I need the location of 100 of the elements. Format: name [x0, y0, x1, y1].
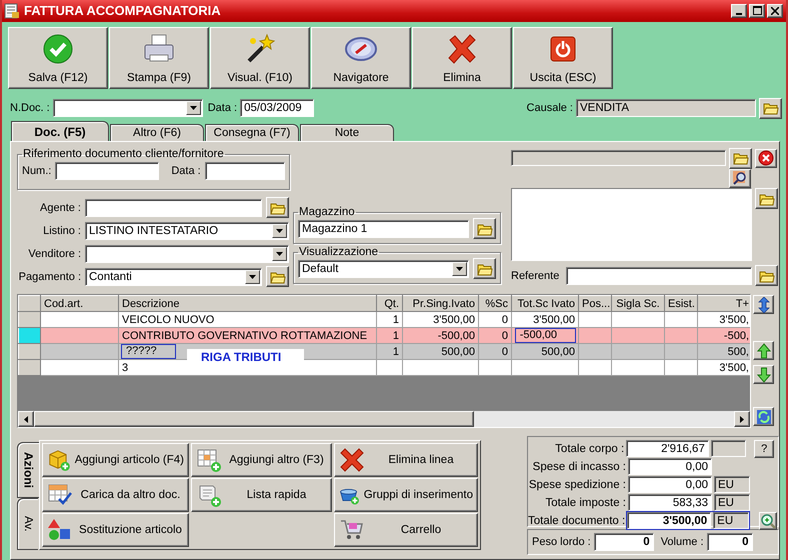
caret-icon	[190, 106, 197, 110]
toolbar-button[interactable]: Uscita (ESC)	[513, 26, 613, 89]
folder-icon	[758, 192, 774, 206]
action-button[interactable]: Carrello	[334, 513, 478, 548]
row-indicator[interactable]	[18, 328, 40, 344]
caret-icon	[276, 228, 283, 233]
left-arrow-icon	[24, 416, 28, 423]
toolbar-button[interactable]: Navigatore	[311, 26, 411, 89]
text-field[interactable]: Magazzino 1	[298, 220, 469, 238]
action-button[interactable]: Gruppi di inserimento	[334, 478, 478, 512]
column-header[interactable]: Qt.	[376, 296, 402, 312]
amount-field[interactable]: 0,00	[628, 458, 712, 476]
folder-icon	[476, 262, 492, 276]
checkmark-icon	[42, 32, 74, 65]
column-header[interactable]: Tot.Sc Ivato	[512, 296, 578, 312]
field-label: Totale corpo :	[554, 442, 624, 455]
tab[interactable]: Consegna (F7)	[205, 124, 299, 142]
help-button[interactable]: ?	[754, 440, 774, 458]
tab[interactable]: Av.	[17, 498, 38, 550]
column-header[interactable]: T+	[698, 296, 750, 312]
refresh-button[interactable]	[753, 407, 774, 426]
row-indicator[interactable]	[18, 344, 40, 360]
folder-button[interactable]	[755, 188, 778, 210]
clear-button[interactable]	[755, 148, 777, 168]
header-corner	[18, 296, 40, 312]
date-field[interactable]	[204, 162, 285, 180]
table-cell: CONTRIBUTO GOVERNATIVO ROTTAMAZIONE	[118, 328, 376, 344]
grid-add-icon	[196, 447, 222, 474]
action-button[interactable]: Carica da altro doc.	[42, 478, 189, 512]
caret-icon	[249, 274, 256, 279]
dropdown-field[interactable]: LISTINO INTESTATARIO	[85, 222, 289, 240]
folder-button[interactable]	[473, 258, 496, 280]
sort-button[interactable]	[753, 295, 774, 314]
date-field[interactable]: 05/03/2009	[240, 99, 314, 118]
delete-icon	[446, 32, 478, 65]
row-indicator[interactable]	[18, 360, 40, 376]
field-label: Totale documento :	[528, 514, 626, 527]
amount-field[interactable]: 583,33	[628, 494, 712, 512]
text-field[interactable]	[566, 266, 752, 285]
currency-field: EU	[713, 512, 750, 530]
tab[interactable]: Note	[300, 124, 394, 142]
move-down-button[interactable]	[753, 365, 774, 384]
power-icon	[549, 34, 577, 63]
column-header[interactable]: Cod.art.	[40, 296, 118, 312]
text-field[interactable]	[85, 198, 262, 217]
volume-field[interactable]: 0	[706, 533, 753, 552]
folder-button[interactable]	[755, 265, 778, 286]
dropdown-field[interactable]	[85, 244, 289, 263]
search-button[interactable]	[729, 168, 751, 188]
table-cell: 500,	[698, 344, 750, 360]
dropdown-field[interactable]: Default	[298, 260, 469, 278]
field-label: Data :	[171, 165, 201, 178]
reason-field[interactable]: VENDITA	[576, 99, 756, 118]
column-header[interactable]: Esist.	[664, 296, 698, 312]
amount-field[interactable]: 0,00	[628, 476, 712, 494]
column-header[interactable]: Pos...	[578, 296, 612, 312]
scroll-thumb[interactable]	[34, 411, 474, 428]
compass-icon	[344, 34, 378, 63]
action-button[interactable]: Aggiungi articolo (F4)	[42, 443, 189, 478]
horizontal-scrollbar[interactable]	[18, 411, 750, 428]
maximize-button[interactable]	[749, 4, 765, 18]
toolbar-button[interactable]: Visual. (F10)	[210, 26, 310, 89]
folder-button[interactable]	[266, 266, 289, 288]
action-button[interactable]: Lista rapida	[191, 478, 332, 512]
close-button[interactable]	[767, 4, 783, 18]
table-cell: 1	[376, 344, 402, 360]
move-up-button[interactable]	[753, 341, 774, 360]
weight-field[interactable]: 0	[594, 533, 654, 552]
folder-button[interactable]	[759, 98, 782, 119]
column-header[interactable]: %Sc	[478, 296, 512, 312]
action-button[interactable]: Sostituzione articolo	[42, 513, 189, 548]
amount-field[interactable]: 3'500,00	[627, 512, 712, 530]
tab[interactable]: Doc. (F5)	[11, 121, 109, 142]
field-label: N.Doc. :	[10, 102, 50, 114]
toolbar-button[interactable]: Elimina	[412, 26, 512, 89]
tab[interactable]: Altro (F6)	[110, 124, 204, 142]
action-button[interactable]: Elimina linea	[334, 443, 478, 478]
text-field[interactable]	[511, 150, 726, 166]
dropdown-field[interactable]: Contanti	[85, 268, 262, 286]
table-cell: 500,00	[402, 344, 478, 360]
action-button[interactable]: Aggiungi altro (F3)	[191, 443, 332, 478]
text-field[interactable]	[55, 162, 160, 180]
toolbar-button[interactable]: Stampa (F9)	[109, 26, 209, 89]
field-label: Num.:	[22, 165, 52, 178]
amount-field[interactable]: 2'916,67	[626, 440, 709, 458]
folder-button[interactable]	[473, 218, 496, 240]
column-header[interactable]: Pr.Sing.Ivato	[402, 296, 478, 312]
column-header[interactable]: Descrizione	[118, 296, 376, 312]
tab[interactable]: Azioni	[17, 442, 39, 498]
zoom-button[interactable]	[759, 512, 778, 530]
minimize-button[interactable]	[731, 4, 747, 18]
row-indicator[interactable]	[18, 312, 40, 328]
toolbar-button[interactable]: Salva (F12)	[8, 26, 108, 89]
folder-button[interactable]	[729, 148, 752, 169]
folder-icon	[758, 268, 774, 283]
column-header[interactable]: Sigla Sc.	[612, 296, 664, 312]
folder-icon	[732, 151, 748, 166]
document-number-dropdown[interactable]	[52, 99, 203, 118]
folder-icon	[270, 270, 286, 284]
folder-button[interactable]	[266, 197, 289, 218]
